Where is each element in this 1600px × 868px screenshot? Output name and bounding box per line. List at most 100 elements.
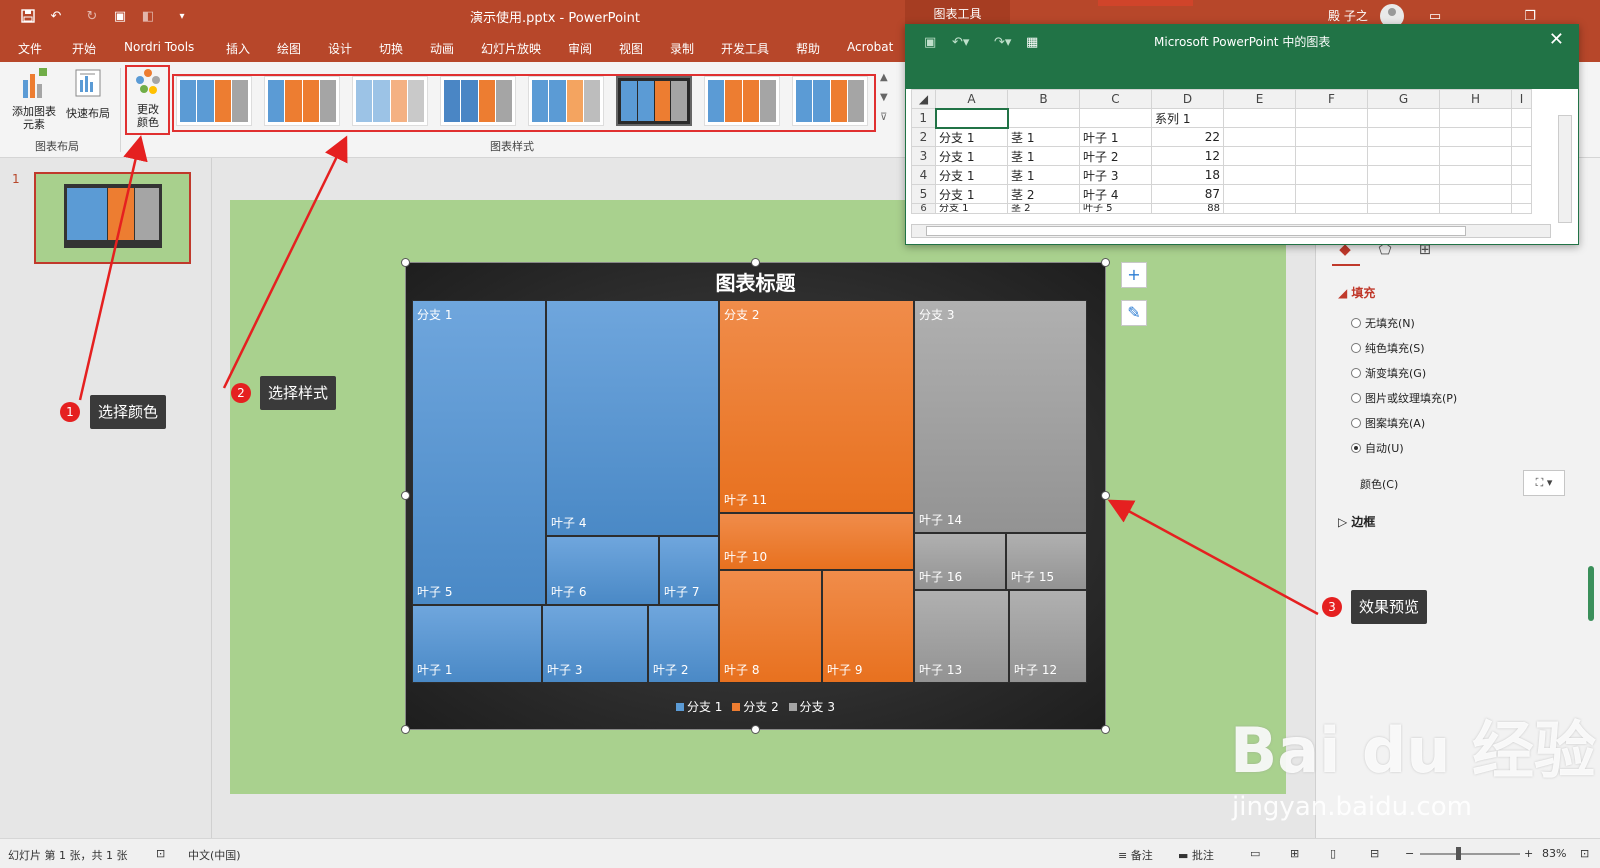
cell[interactable]: 叶子 3 bbox=[1079, 165, 1152, 185]
cell[interactable] bbox=[1439, 146, 1512, 166]
radio-gradient-fill[interactable]: 渐变填充(G) bbox=[1351, 365, 1426, 381]
cell[interactable]: 分支 1 bbox=[935, 165, 1008, 185]
cell[interactable] bbox=[1367, 203, 1440, 214]
column-header[interactable]: B bbox=[1007, 89, 1080, 109]
resize-handle[interactable] bbox=[1101, 725, 1110, 734]
cell[interactable] bbox=[1439, 127, 1512, 147]
resize-handle[interactable] bbox=[1101, 491, 1110, 500]
cell[interactable]: 系列 1 bbox=[1151, 108, 1224, 128]
zoom-slider[interactable] bbox=[1420, 853, 1520, 855]
chart-legend[interactable]: 分支 1 分支 2 分支 3 bbox=[406, 698, 1105, 715]
vertical-scrollbar[interactable] bbox=[1558, 115, 1572, 223]
treemap-tile[interactable]: 叶子 2 bbox=[648, 605, 719, 683]
ribbon-display-icon[interactable]: ▭ bbox=[1425, 6, 1445, 26]
normal-view-icon[interactable]: ▭ bbox=[1250, 847, 1260, 860]
tab-review[interactable]: 审阅 bbox=[568, 40, 592, 57]
resize-handle[interactable] bbox=[1101, 258, 1110, 267]
treemap-tile[interactable]: 叶子 3 bbox=[542, 605, 648, 683]
radio-solid-fill[interactable]: 纯色填充(S) bbox=[1351, 340, 1425, 356]
zoom-out-icon[interactable]: − bbox=[1405, 847, 1414, 860]
cell[interactable] bbox=[1439, 165, 1512, 185]
treemap-tile[interactable]: 叶子 4 bbox=[546, 300, 719, 536]
row-header[interactable]: 2 bbox=[911, 127, 936, 147]
cell[interactable] bbox=[1511, 184, 1532, 204]
resize-handle[interactable] bbox=[751, 258, 760, 267]
cell[interactable]: 叶子 1 bbox=[1079, 127, 1152, 147]
treemap-tile[interactable]: 叶子 6 bbox=[546, 536, 659, 605]
spreadsheet-grid[interactable]: ◢ A B C D E F G H I 1 系列 1 2 分支 1 茎 1 叶子… bbox=[911, 89, 1532, 214]
cell[interactable] bbox=[1295, 146, 1368, 166]
cell[interactable] bbox=[1007, 108, 1080, 128]
treemap-tile[interactable]: 叶子 15 bbox=[1006, 533, 1087, 590]
cell[interactable] bbox=[1223, 146, 1296, 166]
quick-layout-button[interactable]: 快速布局 bbox=[62, 66, 114, 121]
cell[interactable] bbox=[1511, 108, 1532, 128]
cell[interactable] bbox=[1511, 146, 1532, 166]
accessibility-icon[interactable]: ⊡ bbox=[156, 847, 165, 860]
cell[interactable]: 茎 1 bbox=[1007, 165, 1080, 185]
tab-design[interactable]: 设计 bbox=[328, 40, 352, 57]
cell[interactable]: 叶子 2 bbox=[1079, 146, 1152, 166]
chart-styles-brush-icon[interactable]: ✎ bbox=[1121, 300, 1147, 326]
cell[interactable]: 18 bbox=[1151, 165, 1224, 185]
chart-elements-plus-icon[interactable]: + bbox=[1121, 262, 1147, 288]
cell[interactable] bbox=[1223, 184, 1296, 204]
horizontal-scrollbar[interactable] bbox=[911, 224, 1551, 238]
column-header[interactable]: H bbox=[1439, 89, 1512, 109]
fill-color-dropdown[interactable]: ⛶ ▾ bbox=[1523, 470, 1565, 496]
treemap-tile[interactable]: 叶子 13 bbox=[914, 590, 1009, 683]
zoom-slider-knob[interactable] bbox=[1456, 847, 1461, 860]
tab-acrobat[interactable]: Acrobat bbox=[847, 40, 893, 54]
zoom-in-icon[interactable]: + bbox=[1524, 847, 1533, 860]
treemap-tile[interactable]: 叶子 12 bbox=[1009, 590, 1087, 683]
column-header[interactable]: A bbox=[935, 89, 1008, 109]
tab-slideshow[interactable]: 幻灯片放映 bbox=[481, 40, 541, 57]
resize-handle[interactable] bbox=[751, 725, 760, 734]
row-header[interactable]: 1 bbox=[911, 108, 936, 128]
zoom-level[interactable]: 83% bbox=[1542, 847, 1566, 860]
cell[interactable] bbox=[1367, 146, 1440, 166]
tab-animations[interactable]: 动画 bbox=[430, 40, 454, 57]
reading-view-icon[interactable]: ▯ bbox=[1330, 847, 1336, 860]
language-status[interactable]: 中文(中国) bbox=[188, 847, 241, 863]
resize-handle[interactable] bbox=[401, 491, 410, 500]
cell[interactable]: 分支 1 bbox=[935, 146, 1008, 166]
tab-insert[interactable]: 插入 bbox=[226, 40, 250, 57]
cell[interactable] bbox=[1223, 203, 1296, 214]
treemap-tile[interactable]: 分支 2 叶子 11 bbox=[719, 300, 914, 513]
cell[interactable] bbox=[1295, 184, 1368, 204]
gallery-up-icon[interactable]: ▲ bbox=[880, 72, 888, 83]
cell[interactable] bbox=[1511, 203, 1532, 214]
fill-section-header[interactable]: ◢ 填充 bbox=[1338, 284, 1375, 301]
tab-record[interactable]: 录制 bbox=[670, 40, 694, 57]
cell[interactable]: 88 bbox=[1151, 203, 1224, 214]
close-icon[interactable]: ✕ bbox=[1549, 29, 1564, 50]
radio-no-fill[interactable]: 无填充(N) bbox=[1351, 315, 1415, 331]
column-header[interactable]: C bbox=[1079, 89, 1152, 109]
gallery-more-icon[interactable]: ⊽ bbox=[880, 112, 887, 123]
treemap-chart[interactable]: 图表标题 分支 1 叶子 5 叶子 4 叶子 6 叶子 7 叶子 1 叶子 3 叶子 2 分支 … bbox=[405, 262, 1106, 730]
cell[interactable]: 分支 1 bbox=[935, 184, 1008, 204]
cell[interactable]: 分支 1 bbox=[935, 127, 1008, 147]
treemap-tile[interactable]: 叶子 10 bbox=[719, 513, 914, 570]
column-header[interactable]: D bbox=[1151, 89, 1224, 109]
radio-automatic[interactable]: 自动(U) bbox=[1351, 440, 1404, 456]
restore-icon[interactable]: ❐ bbox=[1520, 6, 1540, 26]
tab-nordri-tools[interactable]: Nordri Tools bbox=[124, 40, 194, 54]
cell[interactable]: 12 bbox=[1151, 146, 1224, 166]
undo-icon[interactable]: ↶ bbox=[46, 6, 66, 26]
tab-home[interactable]: 开始 bbox=[72, 40, 96, 57]
treemap-tile[interactable]: 叶子 7 bbox=[659, 536, 719, 605]
radio-pattern-fill[interactable]: 图案填充(A) bbox=[1351, 415, 1425, 431]
slide-thumbnail[interactable] bbox=[34, 172, 191, 264]
cell[interactable]: 茎 1 bbox=[1007, 146, 1080, 166]
chart-title[interactable]: 图表标题 bbox=[406, 267, 1105, 296]
row-header[interactable]: 6 bbox=[911, 203, 936, 214]
excel-save-icon[interactable]: ▣ bbox=[924, 35, 936, 50]
user-name[interactable]: 殿 子之 bbox=[1328, 7, 1368, 24]
cell[interactable] bbox=[1367, 127, 1440, 147]
cell[interactable] bbox=[1439, 108, 1512, 128]
column-header[interactable]: G bbox=[1367, 89, 1440, 109]
cell[interactable]: 22 bbox=[1151, 127, 1224, 147]
cell[interactable] bbox=[1223, 127, 1296, 147]
